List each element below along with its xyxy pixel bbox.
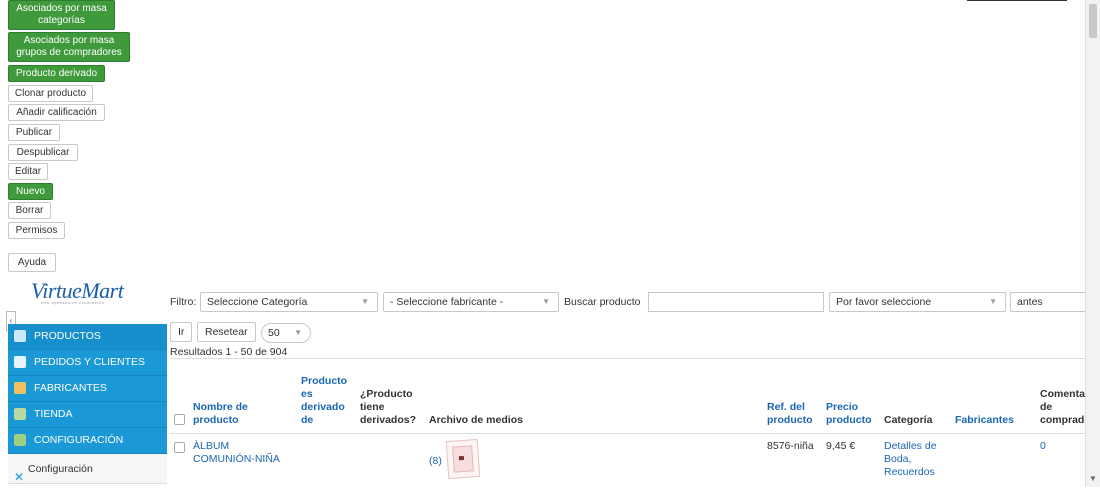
sidebar-menu: PRODUCTOS PEDIDOS Y CLIENTES FABRICANTES… [8, 324, 167, 454]
thumbnail-mark [458, 455, 465, 461]
product-sku: 8576-niña [767, 440, 814, 452]
sidebar-item-label: PEDIDOS Y CLIENTES [34, 356, 146, 368]
submenu-configuracion[interactable]: ✕ Configuración [8, 454, 167, 484]
table-row: ÀLBUM COMUNIÓN-NIÑA (8) 8576-niña 9,45 €… [170, 434, 1086, 484]
table-header: Nombre de producto Producto es derivado … [170, 359, 1086, 434]
results-count: Resultados 1 - 50 de 904 [170, 346, 288, 358]
scroll-down-icon[interactable]: ▼ [1089, 474, 1097, 483]
help-button[interactable]: Ayuda [8, 253, 56, 272]
child-product-button[interactable]: Producto derivado [8, 65, 105, 82]
wrench-icon [14, 382, 26, 394]
sidebar-item-pedidos[interactable]: PEDIDOS Y CLIENTES [8, 350, 167, 376]
col-category-header: Categoría [884, 414, 933, 426]
col-is-child-header[interactable]: Producto es derivado de [301, 375, 347, 427]
mass-assign-shopper-groups-button[interactable]: Asociados por masa grupos de compradores [8, 32, 130, 62]
chevron-down-icon: ▼ [361, 297, 369, 306]
unpublish-button[interactable]: Despublicar [8, 144, 78, 161]
col-manufacturers-header[interactable]: Fabricantes [955, 414, 1035, 427]
per-page-select[interactable]: 50 ▼ [261, 323, 311, 343]
product-category-link[interactable]: Detalles de Boda, Recuerdos [884, 440, 949, 479]
sidebar-item-label: FABRICANTES [34, 382, 107, 394]
reset-button[interactable]: Resetear [197, 322, 256, 342]
clone-product-button[interactable]: Clonar producto [8, 85, 93, 102]
please-select-value: Por favor seleccione [836, 296, 932, 308]
top-divider [967, 0, 1067, 1]
sidebar-item-label: TIENDA [34, 408, 73, 420]
manufacturer-select-value: - Seleccione fabricante - [390, 296, 504, 308]
delete-button[interactable]: Borrar [8, 202, 51, 219]
select-all-checkbox[interactable] [174, 414, 185, 425]
config-icon [14, 434, 26, 446]
vertical-scrollbar[interactable]: ▼ [1085, 0, 1100, 487]
search-input[interactable] [648, 292, 824, 312]
sidebar-item-configuracion[interactable]: CONFIGURACIÓN [8, 428, 167, 454]
col-sku-header[interactable]: Ref. del producto [767, 401, 822, 427]
chevron-down-icon: ▼ [989, 297, 997, 306]
media-count-link[interactable]: (8) [429, 455, 442, 468]
col-reviews-header: Comentarios de compradores [1040, 388, 1086, 426]
products-table: Nombre de producto Producto es derivado … [170, 358, 1086, 484]
add-rating-button[interactable]: Añadir calificación [8, 104, 105, 121]
sidebar-item-label: CONFIGURACIÓN [34, 434, 124, 446]
chevron-down-icon: ▼ [542, 297, 550, 306]
virtuemart-logo: VirtueMart free opensource ecommerce [31, 278, 124, 305]
store-icon [14, 408, 26, 420]
col-has-children-header: ¿Producto tiene derivados? [360, 388, 417, 426]
col-price-header[interactable]: Precio producto [826, 401, 878, 427]
sidebar-item-label: PRODUCTOS [34, 330, 101, 342]
new-button[interactable]: Nuevo [8, 183, 53, 200]
sidebar-item-tienda[interactable]: TIENDA [8, 402, 167, 428]
orders-icon [14, 356, 26, 368]
tools-icon: ✕ [14, 470, 25, 484]
edit-button[interactable]: Editar [8, 163, 48, 180]
chevron-down-icon: ▼ [294, 328, 302, 337]
product-reviews-link[interactable]: 0 [1040, 440, 1046, 453]
products-icon [14, 330, 26, 342]
sidebar-item-fabricantes[interactable]: FABRICANTES [8, 376, 167, 402]
per-page-value: 50 [268, 327, 280, 339]
col-media-header: Archivo de medios [429, 414, 523, 426]
scrollbar-thumb[interactable] [1089, 4, 1097, 38]
please-select[interactable]: Por favor seleccione ▼ [829, 292, 1006, 312]
product-name-link[interactable]: ÀLBUM COMUNIÓN-NIÑA [193, 440, 288, 466]
search-label: Buscar producto [564, 296, 641, 308]
category-select[interactable]: Seleccione Categoría ▼ [200, 292, 378, 312]
sidebar-item-productos[interactable]: PRODUCTOS [8, 324, 167, 350]
date-select-value: antes [1017, 296, 1043, 308]
permissions-button[interactable]: Permisos [8, 222, 65, 239]
category-select-value: Seleccione Categoría [207, 296, 308, 308]
manufacturer-select[interactable]: - Seleccione fabricante - ▼ [383, 292, 559, 312]
go-button[interactable]: Ir [170, 322, 193, 342]
filter-label: Filtro: [170, 296, 197, 308]
col-name-header[interactable]: Nombre de producto [193, 401, 288, 427]
publish-button[interactable]: Publicar [8, 124, 60, 141]
row-checkbox[interactable] [174, 442, 185, 453]
date-select[interactable]: antes [1010, 292, 1086, 312]
mass-assign-categories-button[interactable]: Asociados por masa categorías [8, 0, 115, 30]
product-price: 9,45 € [826, 440, 856, 452]
submenu-label: Configuración [28, 463, 93, 475]
product-thumbnail[interactable] [445, 438, 481, 480]
